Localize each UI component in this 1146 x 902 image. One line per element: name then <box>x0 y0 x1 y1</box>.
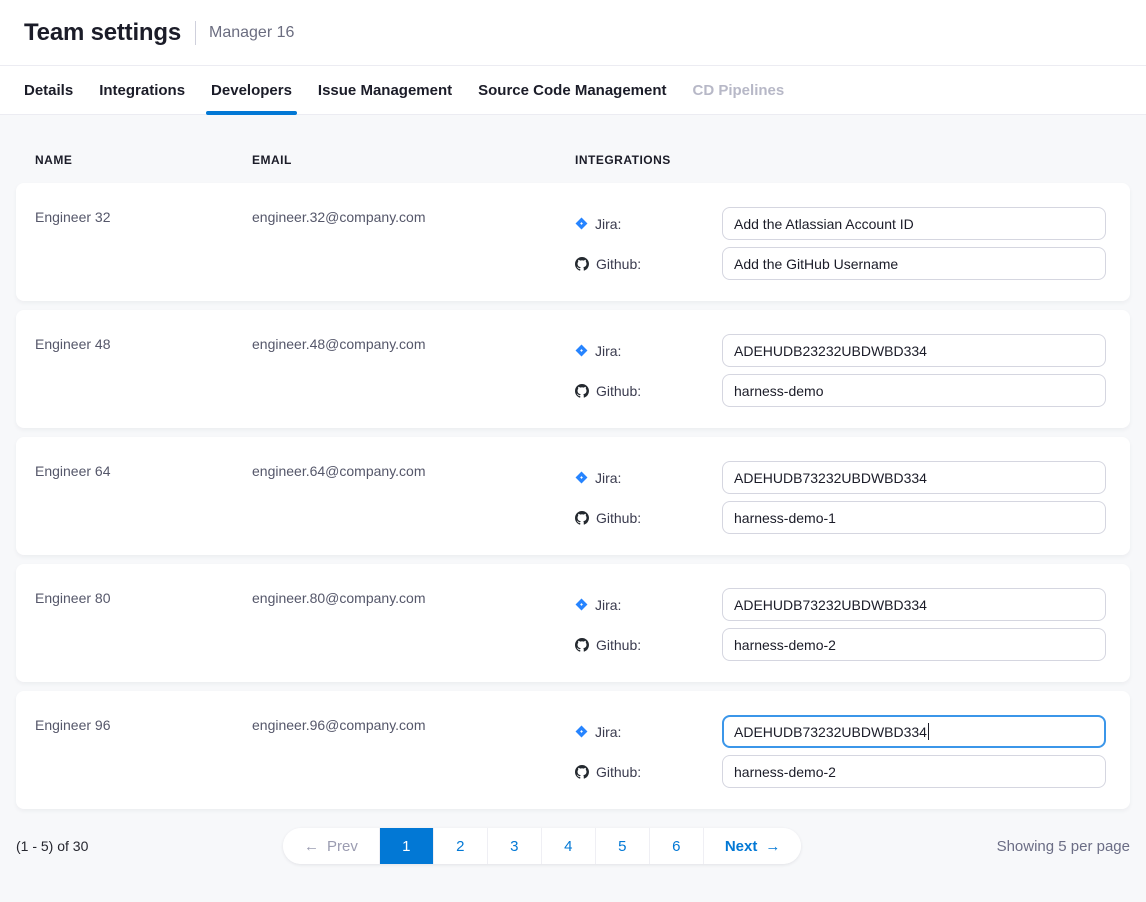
github-icon <box>575 384 589 398</box>
jira-icon <box>575 217 588 230</box>
jira-icon <box>575 725 588 738</box>
arrow-right-icon: → <box>765 838 780 855</box>
tab-bar: Details Integrations Developers Issue Ma… <box>0 66 1146 115</box>
jira-icon <box>575 471 588 484</box>
developer-row: Engineer 32 engineer.32@company.com Jira… <box>16 183 1130 301</box>
per-page-text: Showing 5 per page <box>801 838 1130 855</box>
integrations-cell: Jira: Github: <box>575 461 1106 534</box>
page-button-3[interactable]: 3 <box>487 828 541 864</box>
table-column-headers: NAME EMAIL INTEGRATIONS <box>16 115 1130 183</box>
page-title: Team settings <box>24 19 181 47</box>
jira-icon <box>575 344 588 357</box>
page-button-2[interactable]: 2 <box>433 828 487 864</box>
title-divider <box>195 21 196 45</box>
developer-email: engineer.32@company.com <box>252 207 575 225</box>
github-icon <box>575 511 589 525</box>
pager: ← Prev 1 2 3 4 5 6 Next → <box>283 828 801 864</box>
github-icon <box>575 257 589 271</box>
jira-input[interactable] <box>722 334 1106 367</box>
tab-integrations[interactable]: Integrations <box>99 66 185 114</box>
developer-name: Engineer 96 <box>35 715 252 733</box>
developer-row: Engineer 48 engineer.48@company.com Jira… <box>16 310 1130 428</box>
developers-panel: NAME EMAIL INTEGRATIONS Engineer 32 engi… <box>0 115 1146 902</box>
developer-row: Engineer 96 engineer.96@company.com Jira… <box>16 691 1130 809</box>
integrations-cell: Jira: Github: <box>575 207 1106 280</box>
github-input[interactable] <box>722 628 1106 661</box>
jira-input[interactable] <box>722 207 1106 240</box>
developer-name: Engineer 64 <box>35 461 252 479</box>
integrations-cell: Jira: Github: <box>575 588 1106 661</box>
jira-label: Jira: <box>595 470 621 486</box>
pagination-range: (1 - 5) of 30 <box>16 838 283 854</box>
github-input[interactable] <box>722 247 1106 280</box>
tab-developers[interactable]: Developers <box>211 66 292 114</box>
page-button-6[interactable]: 6 <box>649 828 703 864</box>
arrow-left-icon: ← <box>304 838 319 855</box>
page-button-5[interactable]: 5 <box>595 828 649 864</box>
team-name: Manager 16 <box>209 24 294 42</box>
developer-email: engineer.96@company.com <box>252 715 575 733</box>
github-label: Github: <box>596 510 641 526</box>
developer-name: Engineer 80 <box>35 588 252 606</box>
jira-label: Jira: <box>595 724 621 740</box>
column-header-name: NAME <box>35 153 252 167</box>
github-label: Github: <box>596 383 641 399</box>
text-caret <box>928 723 930 740</box>
github-input[interactable] <box>722 755 1106 788</box>
pagination-bar: (1 - 5) of 30 ← Prev 1 2 3 4 5 6 Next → … <box>16 828 1130 864</box>
github-input[interactable] <box>722 374 1106 407</box>
column-header-email: EMAIL <box>252 153 575 167</box>
developer-email: engineer.48@company.com <box>252 334 575 352</box>
prev-page-button[interactable]: ← Prev <box>283 828 379 864</box>
github-input[interactable] <box>722 501 1106 534</box>
jira-input[interactable] <box>722 588 1106 621</box>
jira-label: Jira: <box>595 216 621 232</box>
tab-details[interactable]: Details <box>24 66 73 114</box>
integrations-cell: Jira: ADEHUDB73232UBDWBD334 Github: <box>575 715 1106 788</box>
developer-email: engineer.80@company.com <box>252 588 575 606</box>
tab-source-code-management[interactable]: Source Code Management <box>478 66 666 114</box>
github-icon <box>575 638 589 652</box>
jira-input[interactable] <box>722 461 1106 494</box>
jira-label: Jira: <box>595 597 621 613</box>
github-label: Github: <box>596 764 641 780</box>
page-button-1[interactable]: 1 <box>379 828 433 864</box>
developer-name: Engineer 32 <box>35 207 252 225</box>
jira-label: Jira: <box>595 343 621 359</box>
column-header-integrations: INTEGRATIONS <box>575 153 1111 167</box>
next-page-button[interactable]: Next → <box>703 828 802 864</box>
github-label: Github: <box>596 256 641 272</box>
jira-icon <box>575 598 588 611</box>
integrations-cell: Jira: Github: <box>575 334 1106 407</box>
github-icon <box>575 765 589 779</box>
jira-input[interactable]: ADEHUDB73232UBDWBD334 <box>722 715 1106 748</box>
tab-issue-management[interactable]: Issue Management <box>318 66 452 114</box>
page-button-4[interactable]: 4 <box>541 828 595 864</box>
developer-name: Engineer 48 <box>35 334 252 352</box>
developer-row: Engineer 64 engineer.64@company.com Jira… <box>16 437 1130 555</box>
github-label: Github: <box>596 637 641 653</box>
page-header: Team settings Manager 16 <box>0 0 1146 66</box>
developer-email: engineer.64@company.com <box>252 461 575 479</box>
tab-cd-pipelines: CD Pipelines <box>693 66 785 114</box>
developer-row: Engineer 80 engineer.80@company.com Jira… <box>16 564 1130 682</box>
